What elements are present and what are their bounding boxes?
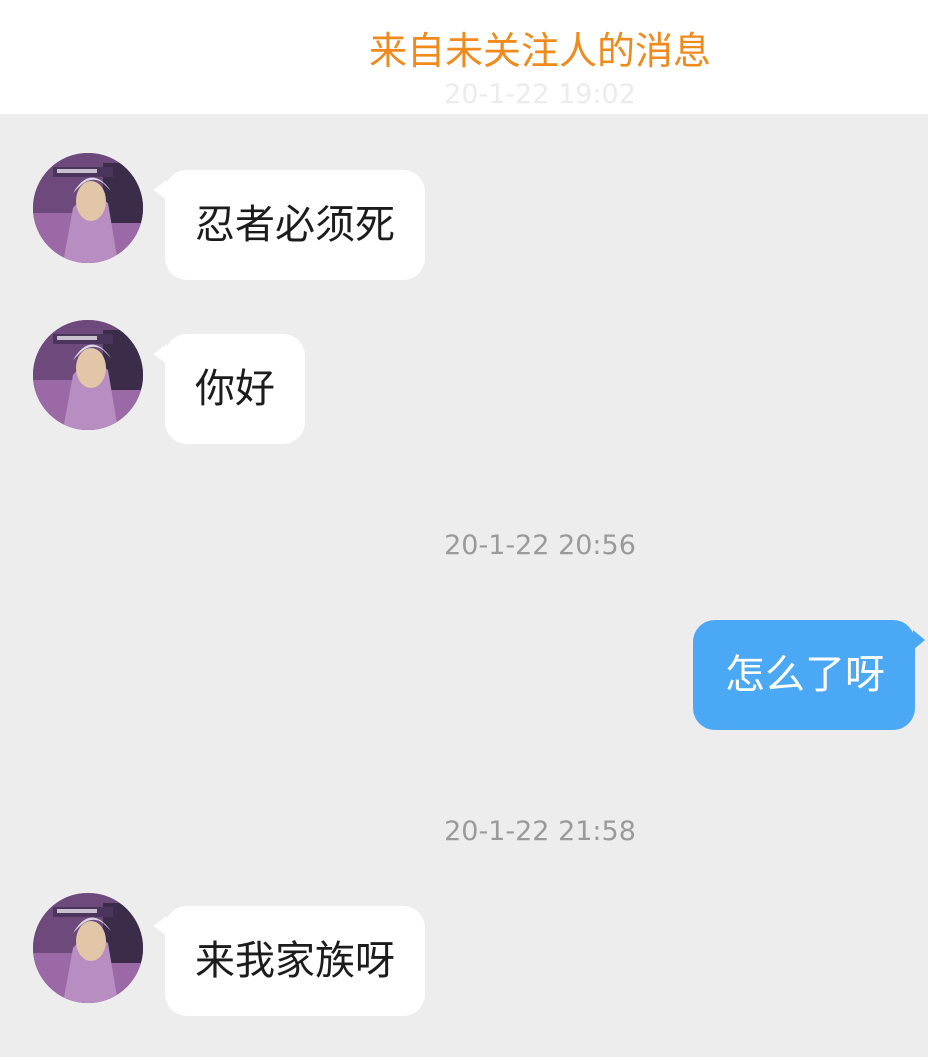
message-bubble-incoming[interactable]: 忍者必须死 <box>153 170 425 280</box>
message-text: 怎么了呀 <box>725 652 885 698</box>
chat-header: 来自未关注人的消息 20-1-22 19:02 <box>0 0 928 114</box>
chat-screen: 来自未关注人的消息 20-1-22 19:02 忍者必须死 你好 20-1-22… <box>0 0 928 1057</box>
avatar[interactable] <box>33 893 143 1003</box>
avatar-image <box>33 320 143 430</box>
message-bubble-incoming[interactable]: 来我家族呀 <box>153 906 425 1016</box>
avatar-image <box>33 893 143 1003</box>
faded-timestamp: 20-1-22 19:02 <box>444 79 636 110</box>
message-text: 忍者必须死 <box>195 202 395 248</box>
avatar[interactable] <box>33 320 143 430</box>
message-bubble-outgoing[interactable]: 怎么了呀 <box>693 620 925 730</box>
timestamp: 20-1-22 20:56 <box>444 530 636 561</box>
message-text: 来我家族呀 <box>195 938 395 984</box>
message-bubble-incoming[interactable]: 你好 <box>153 334 305 444</box>
avatar[interactable] <box>33 153 143 263</box>
message-text: 你好 <box>195 366 275 412</box>
avatar-image <box>33 153 143 263</box>
timestamp: 20-1-22 21:58 <box>444 816 636 847</box>
page-title: 来自未关注人的消息 <box>368 29 711 73</box>
